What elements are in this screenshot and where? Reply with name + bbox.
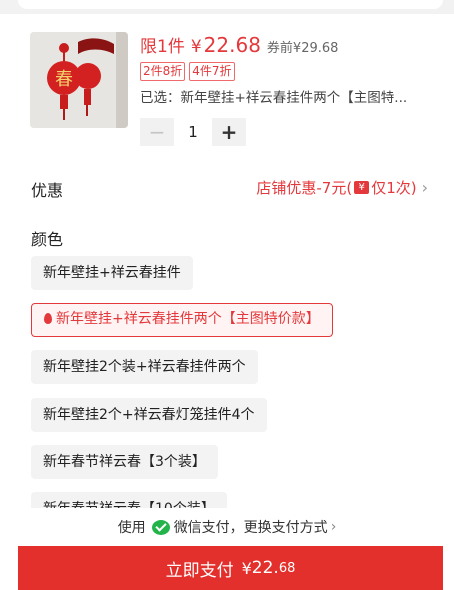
pay-use-label: 使用 xyxy=(117,520,146,536)
discount-title: 优惠 xyxy=(31,181,64,200)
discount-tag: 2件8折 xyxy=(140,62,186,81)
discount-value: 店铺优惠-7元( ¥ 仅1次) › xyxy=(256,177,428,198)
discount-tag: 4件7折 xyxy=(189,62,235,81)
color-option[interactable]: 新年壁挂2个装+祥云春挂件两个 xyxy=(31,350,258,384)
product-image: 春 xyxy=(30,32,128,128)
decrease-button[interactable]: − xyxy=(140,118,174,146)
selected-variant-text: 已选：新年壁挂+祥云春挂件两个【主图特... xyxy=(140,90,408,106)
price-value: 22.68 xyxy=(203,33,261,57)
pay-amount-integer: 22. xyxy=(251,558,279,578)
payment-method-label: 微信支付，更换支付方式 xyxy=(173,520,328,536)
product-thumbnail[interactable]: 春 xyxy=(30,32,128,128)
color-option-label: 新年壁挂+祥云春挂件 xyxy=(43,265,181,281)
discount-tags: 2件8折 4件7折 xyxy=(140,62,235,81)
increase-button[interactable]: + xyxy=(212,118,246,146)
chevron-right-icon: › xyxy=(421,178,428,197)
price-line: 限1件 ¥ 22.68 券前¥29.68 xyxy=(140,32,338,60)
original-price: 券前¥29.68 xyxy=(266,41,339,56)
color-option-selected[interactable]: 新年壁挂+祥云春挂件两个【主图特价款】 xyxy=(31,303,333,337)
color-option-label: 新年壁挂2个+祥云春灯笼挂件4个 xyxy=(43,407,255,423)
product-card: 春 限1件 ¥ 22.68 券前¥29.68 2件8折 4件7折 已选：新年壁挂… xyxy=(18,18,443,172)
color-option[interactable]: 新年春节祥云春【3个装】 xyxy=(31,445,218,479)
pay-now-label: 立即支付 xyxy=(165,560,234,581)
discount-value-suffix: 仅1次) xyxy=(371,179,417,197)
pay-now-button[interactable]: 立即支付 ¥ 22. 68 xyxy=(18,546,443,590)
previous-card-edge xyxy=(18,0,443,9)
price-currency: ¥ xyxy=(190,37,202,57)
wechat-pay-icon xyxy=(151,519,170,535)
discount-value-prefix: 店铺优惠-7元( xyxy=(256,179,353,197)
color-option[interactable]: 新年壁挂+祥云春挂件 xyxy=(31,256,193,290)
color-option-label: 新年壁挂2个装+祥云春挂件两个 xyxy=(43,359,246,375)
pay-amount-decimal: 68 xyxy=(278,560,296,576)
top-strip xyxy=(0,0,454,14)
purchase-limit-label: 限1件 xyxy=(140,37,185,57)
color-option-label: 新年壁挂+祥云春挂件两个【主图特价款】 xyxy=(56,311,320,327)
pay-currency: ¥ xyxy=(241,558,252,578)
color-option[interactable]: 新年壁挂2个+祥云春灯笼挂件4个 xyxy=(31,398,267,432)
chevron-right-icon: › xyxy=(330,519,337,535)
payment-method-row[interactable]: 使用 微信支付，更换支付方式 › xyxy=(0,508,454,546)
discount-row[interactable]: 优惠 店铺优惠-7元( ¥ 仅1次) › xyxy=(18,172,443,202)
quantity-value[interactable]: 1 xyxy=(174,123,212,141)
color-option-label: 新年春节祥云春【3个装】 xyxy=(43,454,206,470)
quantity-stepper: − 1 + xyxy=(140,118,246,146)
flame-icon xyxy=(44,313,52,324)
svg-text:春: 春 xyxy=(55,69,73,90)
coupon-icon: ¥ xyxy=(354,181,370,194)
color-section-title: 颜色 xyxy=(31,230,64,249)
